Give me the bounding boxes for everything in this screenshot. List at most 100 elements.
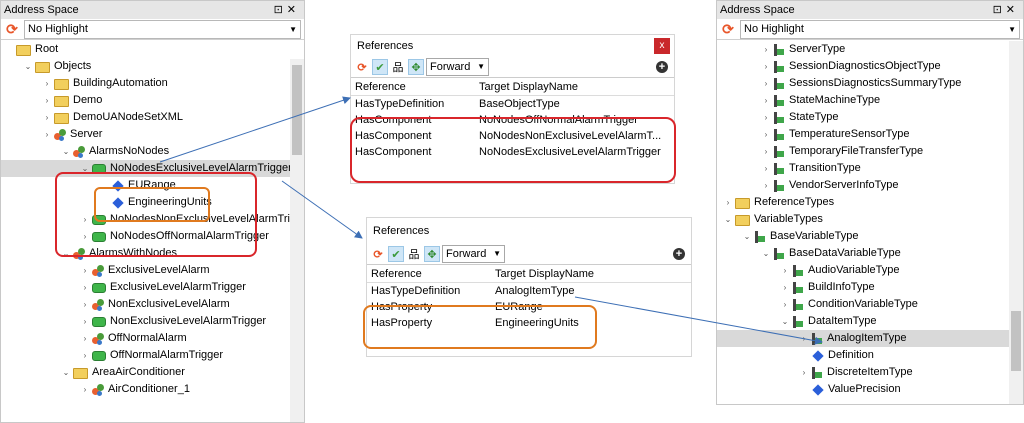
pin-icon[interactable]: ⊡ bbox=[993, 4, 1006, 16]
references-bottom-direction-select[interactable]: Forward ▼ bbox=[442, 245, 505, 263]
tree-item[interactable]: › AirConditioner_1 bbox=[1, 381, 304, 398]
tree-item[interactable]: › DiscreteItemType bbox=[717, 364, 1023, 381]
tree-item[interactable]: › BuildInfoType bbox=[717, 279, 1023, 296]
chevron-right-icon[interactable]: › bbox=[42, 126, 52, 143]
table-row[interactable]: HasTypeDefinition BaseObjectType bbox=[351, 96, 674, 113]
tree-item[interactable]: › TransitionType bbox=[717, 160, 1023, 177]
chevron-right-icon[interactable]: › bbox=[761, 126, 771, 143]
tree-item[interactable]: ⌄ DataItemType bbox=[717, 313, 1023, 330]
tree-item[interactable]: › ExclusiveLevelAlarmTrigger bbox=[1, 279, 304, 296]
network-icon[interactable]: ✥ bbox=[408, 59, 424, 75]
check-icon[interactable]: ✔ bbox=[372, 59, 388, 75]
tree-item[interactable]: › SessionDiagnosticsObjectType bbox=[717, 58, 1023, 75]
tree-item[interactable]: › DemoUANodeSetXML bbox=[1, 109, 304, 126]
add-icon[interactable]: + bbox=[673, 248, 685, 260]
tree-item[interactable]: › Demo bbox=[1, 92, 304, 109]
tree-item[interactable]: ⌄ BaseVariableType bbox=[717, 228, 1023, 245]
chevron-right-icon[interactable]: › bbox=[80, 296, 90, 313]
chevron-right-icon[interactable]: › bbox=[80, 313, 90, 330]
refresh-icon[interactable]: ⟳ bbox=[370, 246, 386, 262]
references-top-direction-select[interactable]: Forward ▼ bbox=[426, 58, 489, 76]
chevron-down-icon[interactable]: ⌄ bbox=[742, 228, 752, 245]
tree-item[interactable]: ⌄ AlarmsNoNodes bbox=[1, 143, 304, 160]
chevron-right-icon[interactable]: › bbox=[761, 75, 771, 92]
chevron-right-icon[interactable]: › bbox=[80, 381, 90, 398]
chevron-right-icon[interactable]: › bbox=[761, 160, 771, 177]
hierarchy-icon[interactable]: 品 bbox=[406, 246, 422, 262]
chevron-right-icon[interactable]: › bbox=[780, 296, 790, 313]
sync-icon[interactable]: ⟳ bbox=[720, 21, 736, 37]
network-icon[interactable]: ✥ bbox=[424, 246, 440, 262]
chevron-right-icon[interactable]: › bbox=[80, 347, 90, 364]
right-highlight-select[interactable]: No Highlight ▼ bbox=[740, 19, 1020, 39]
chevron-right-icon[interactable]: › bbox=[761, 58, 771, 75]
right-scrollbar[interactable] bbox=[1009, 41, 1023, 404]
sync-icon[interactable]: ⟳ bbox=[4, 21, 20, 37]
tree-item[interactable]: › VendorServerInfoType bbox=[717, 177, 1023, 194]
chevron-down-icon[interactable]: ⌄ bbox=[61, 364, 71, 381]
tree-item[interactable]: ⌄ VariableTypes bbox=[717, 211, 1023, 228]
tree-item[interactable]: ValuePrecision bbox=[717, 381, 1023, 398]
close-icon[interactable]: x bbox=[654, 38, 670, 54]
add-icon[interactable]: + bbox=[656, 61, 668, 73]
column-header-target[interactable]: Target DisplayName bbox=[475, 78, 674, 96]
tree-item[interactable]: › StateMachineType bbox=[717, 92, 1023, 109]
chevron-down-icon[interactable]: ⌄ bbox=[780, 313, 790, 330]
tree-item[interactable]: › ServerType bbox=[717, 41, 1023, 58]
column-header-reference[interactable]: Reference bbox=[367, 265, 491, 283]
chevron-right-icon[interactable]: › bbox=[780, 262, 790, 279]
tree-item[interactable]: › NonExclusiveLevelAlarmTrigger bbox=[1, 313, 304, 330]
close-icon[interactable]: ✕ bbox=[287, 4, 300, 16]
tree-item[interactable]: › TemperatureSensorType bbox=[717, 126, 1023, 143]
tree-item[interactable]: › Server bbox=[1, 126, 304, 143]
right-scrollbar-thumb[interactable] bbox=[1011, 311, 1021, 371]
tree-item[interactable]: › ConditionVariableType bbox=[717, 296, 1023, 313]
tree-item[interactable]: › AudioVariableType bbox=[717, 262, 1023, 279]
hierarchy-icon[interactable]: 品 bbox=[390, 59, 406, 75]
column-header-target[interactable]: Target DisplayName bbox=[491, 265, 691, 283]
tree-item[interactable]: Root bbox=[1, 41, 304, 58]
tree-item[interactable]: › OffNormalAlarmTrigger bbox=[1, 347, 304, 364]
left-highlight-select[interactable]: No Highlight ▼ bbox=[24, 19, 301, 39]
tree-item[interactable]: ⌄ BaseDataVariableType bbox=[717, 245, 1023, 262]
chevron-down-icon[interactable]: ⌄ bbox=[723, 211, 733, 228]
column-header-reference[interactable]: Reference bbox=[351, 78, 475, 96]
chevron-right-icon[interactable]: › bbox=[799, 330, 809, 347]
tree-item[interactable]: › TemporaryFileTransferType bbox=[717, 143, 1023, 160]
tree-item[interactable]: › ExclusiveLevelAlarm bbox=[1, 262, 304, 279]
tree-item[interactable]: ⌄ Objects bbox=[1, 58, 304, 75]
left-scrollbar-thumb[interactable] bbox=[292, 65, 302, 155]
tree-item[interactable]: › OffNormalAlarm bbox=[1, 330, 304, 347]
table-row[interactable]: HasTypeDefinition AnalogItemType bbox=[367, 283, 691, 300]
chevron-right-icon[interactable]: › bbox=[80, 279, 90, 296]
chevron-right-icon[interactable]: › bbox=[799, 364, 809, 381]
check-icon[interactable]: ✔ bbox=[388, 246, 404, 262]
left-scrollbar[interactable] bbox=[290, 59, 304, 422]
chevron-right-icon[interactable]: › bbox=[80, 330, 90, 347]
chevron-right-icon[interactable]: › bbox=[761, 109, 771, 126]
chevron-down-icon[interactable]: ⌄ bbox=[761, 245, 771, 262]
close-icon[interactable]: ✕ bbox=[1006, 4, 1019, 16]
chevron-right-icon[interactable]: › bbox=[42, 75, 52, 92]
chevron-right-icon[interactable]: › bbox=[761, 143, 771, 160]
chevron-right-icon[interactable]: › bbox=[761, 177, 771, 194]
refresh-icon[interactable]: ⟳ bbox=[354, 59, 370, 75]
pin-icon[interactable]: ⊡ bbox=[274, 4, 287, 16]
tree-item[interactable]: › StateType bbox=[717, 109, 1023, 126]
tree-item[interactable]: › ReferenceTypes bbox=[717, 194, 1023, 211]
tree-item[interactable]: › AnalogItemType bbox=[717, 330, 1023, 347]
chevron-down-icon[interactable]: ⌄ bbox=[61, 143, 71, 160]
chevron-right-icon[interactable]: › bbox=[723, 194, 733, 211]
chevron-right-icon[interactable]: › bbox=[80, 262, 90, 279]
tree-item[interactable]: › SessionsDiagnosticsSummaryType bbox=[717, 75, 1023, 92]
chevron-down-icon[interactable]: ⌄ bbox=[23, 58, 33, 75]
tree-item[interactable]: Definition bbox=[717, 347, 1023, 364]
tree-item[interactable]: ⌄ AreaAirConditioner bbox=[1, 364, 304, 381]
chevron-right-icon[interactable]: › bbox=[42, 92, 52, 109]
chevron-right-icon[interactable]: › bbox=[42, 109, 52, 126]
chevron-right-icon[interactable]: › bbox=[780, 279, 790, 296]
tree-item[interactable]: › NonExclusiveLevelAlarm bbox=[1, 296, 304, 313]
tree-item[interactable]: › BuildingAutomation bbox=[1, 75, 304, 92]
chevron-right-icon[interactable]: › bbox=[761, 41, 771, 58]
chevron-right-icon[interactable]: › bbox=[761, 92, 771, 109]
